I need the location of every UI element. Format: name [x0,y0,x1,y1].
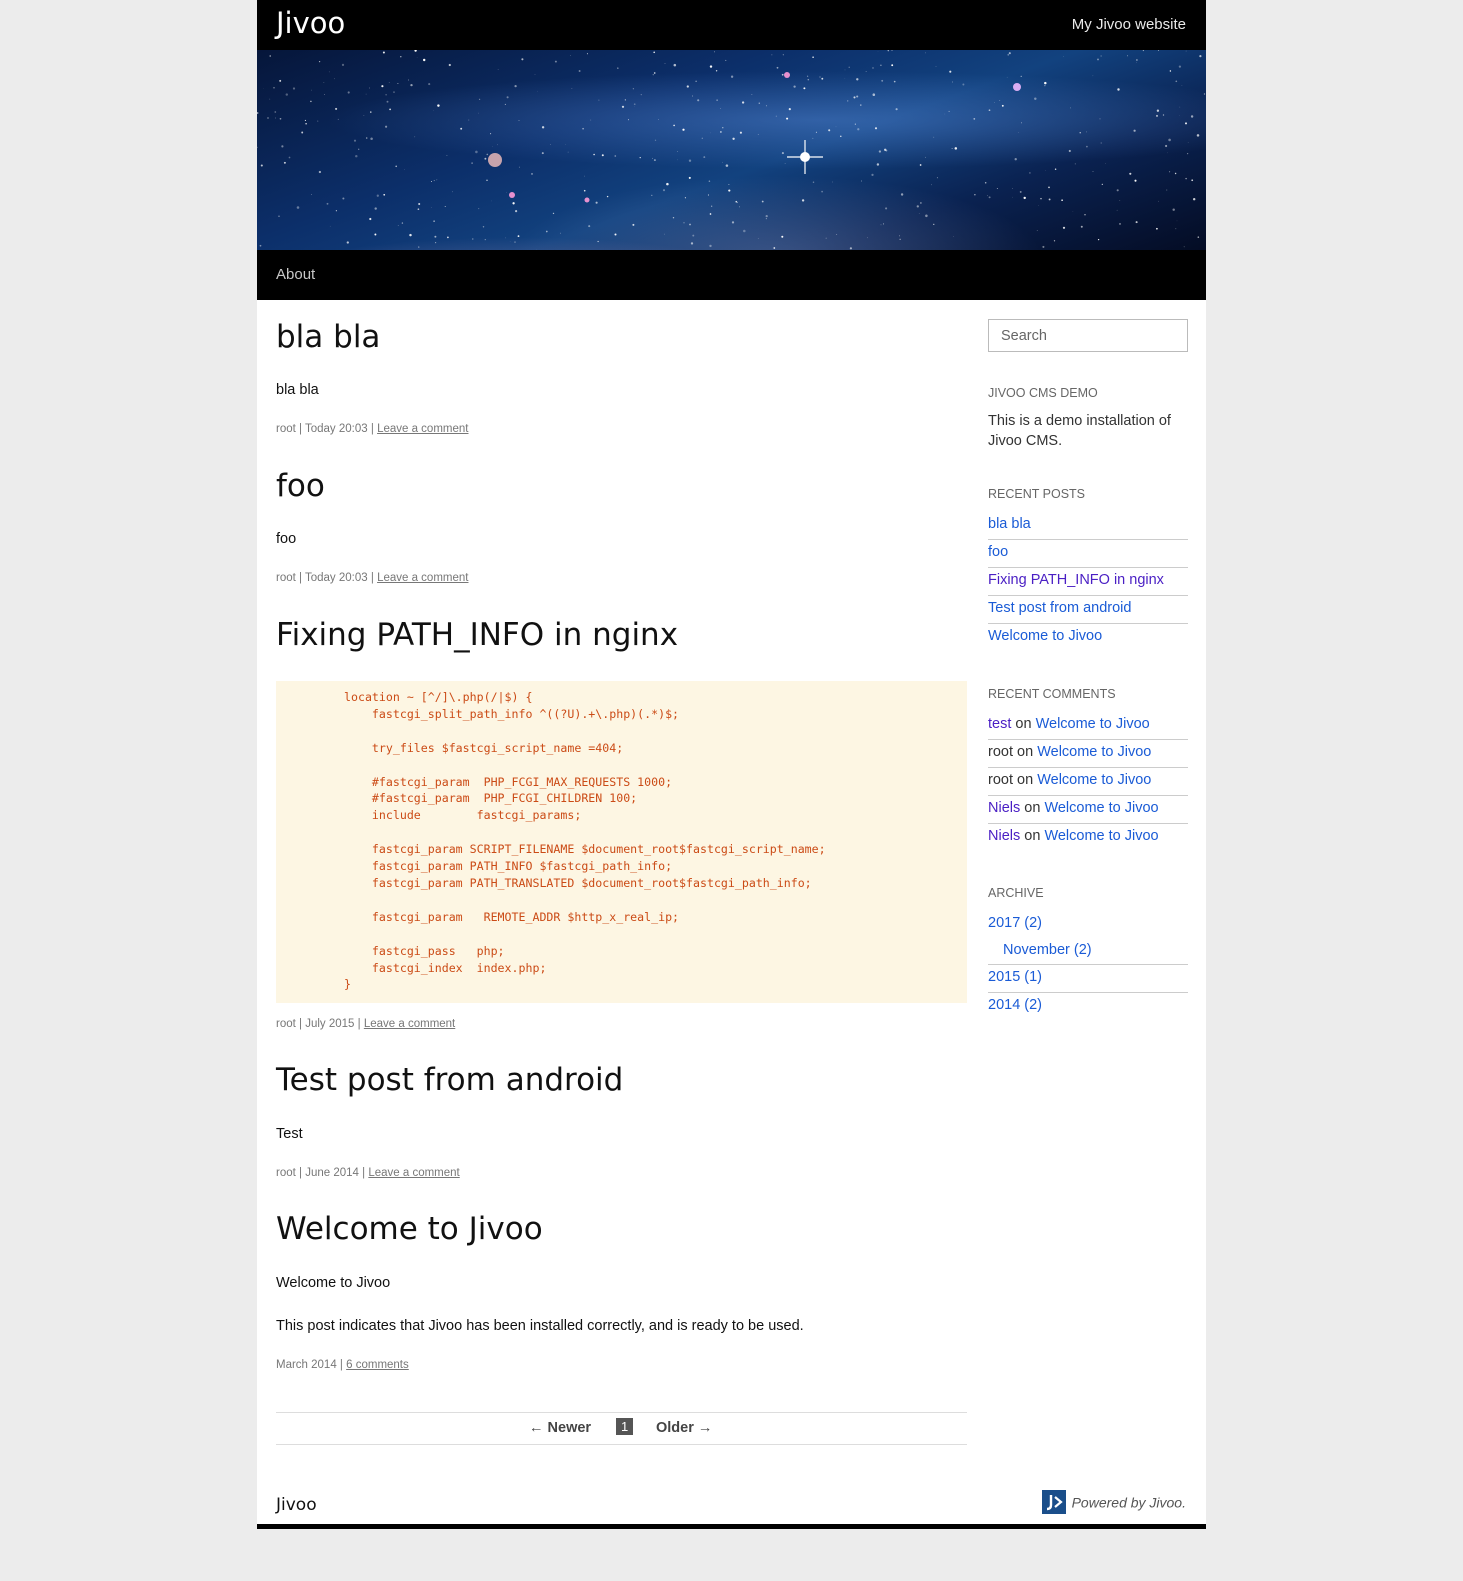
powered-by-text: Powered by Jivoo. [1071,1494,1186,1511]
recent-posts-list: bla bla foo Fixing PATH_INFO in nginx Te… [988,512,1188,652]
post-meta: root | July 2015 | Leave a comment [276,1018,456,1030]
comment-post-link[interactable]: Welcome to Jivoo [1036,716,1150,732]
post-body: bla bla [276,382,319,398]
list-item: 2017 (2) [988,911,1188,938]
comment-author-link[interactable]: Niels [988,800,1020,816]
post-body: This post indicates that Jivoo has been … [276,1318,804,1334]
recent-post-link[interactable]: Test post from android [988,600,1131,616]
post-title[interactable]: foo [276,468,325,504]
page: Jivoo My Jivoo website About bla bla bla… [257,0,1206,1529]
post-meta: root | Today 20:03 | Leave a comment [276,572,469,584]
list-item: November (2) [988,938,1188,965]
recent-comments-list: test on Welcome to Jivoo root on Welcome… [988,712,1188,852]
leave-comment-link[interactable]: Leave a comment [377,572,468,584]
post-author: root [276,1167,296,1179]
archive-list: 2017 (2) November (2) 2015 (1) 2014 (2) [988,911,1188,1021]
comment-author-link[interactable]: test [988,716,1011,732]
post-meta: root | Today 20:03 | Leave a comment [276,423,469,435]
comment-post-link[interactable]: Welcome to Jivoo [1037,772,1151,788]
recent-post-link[interactable]: foo [988,544,1008,560]
older-link[interactable]: Older → [656,1420,712,1436]
comment-post-link[interactable]: Welcome to Jivoo [1044,800,1158,816]
list-item: root on Welcome to Jivoo [988,768,1188,796]
post-author: root [276,423,296,435]
post-title[interactable]: bla bla [276,319,380,355]
leave-comment-link[interactable]: Leave a comment [377,423,468,435]
connector-text: on [1015,716,1032,732]
list-item: 2014 (2) [988,993,1188,1021]
comment-post-link[interactable]: Welcome to Jivoo [1037,744,1151,760]
demo-text: This is a demo installation of Jivoo CMS… [988,413,1171,449]
recent-post-link[interactable]: Fixing PATH_INFO in nginx [988,572,1164,588]
main-nav: About [257,250,1206,300]
post-meta: root | June 2014 | Leave a comment [276,1167,460,1179]
list-item: Welcome to Jivoo [988,624,1188,652]
connector-text: on [1024,800,1041,816]
post-title[interactable]: Welcome to Jivoo [276,1211,543,1247]
archive-year-link[interactable]: 2017 (2) [988,915,1042,931]
starfield-graphic [257,50,1206,250]
current-page: 1 [616,1418,634,1435]
site-subtitle: My Jivoo website [1071,16,1186,33]
post-title[interactable]: Fixing PATH_INFO in nginx [276,617,678,653]
list-item: Niels on Welcome to Jivoo [988,824,1188,852]
list-item: test on Welcome to Jivoo [988,712,1188,740]
comment-author: root [988,744,1013,760]
archive-year-link[interactable]: 2014 (2) [988,997,1042,1013]
connector-text: on [1024,828,1041,844]
list-item: 2015 (1) [988,965,1188,993]
post-body: Test [276,1126,303,1142]
post-date: July 2015 [305,1018,355,1030]
search-input[interactable] [988,319,1188,352]
connector-text: on [1017,744,1034,760]
widget-title-recent-comments: Recent comments [988,687,1116,701]
post-author: root [276,572,296,584]
site-title[interactable]: Jivoo [276,6,345,40]
connector-text: on [1017,772,1034,788]
comment-author-link[interactable]: Niels [988,828,1020,844]
post-title[interactable]: Test post from android [276,1062,623,1098]
recent-post-link[interactable]: Welcome to Jivoo [988,628,1102,644]
widget-title-archive: Archive [988,886,1044,900]
list-item: Test post from android [988,596,1188,624]
archive-month-link[interactable]: November (2) [1003,942,1092,958]
nav-item-about[interactable]: About [276,266,315,283]
code-content: location ~ [^/]\.php(/|$) { fastcgi_spli… [344,690,826,992]
code-block: location ~ [^/]\.php(/|$) { fastcgi_spli… [276,681,967,1003]
jivoo-logo-icon[interactable] [1041,1490,1066,1514]
footer-title: Jivoo [276,1495,317,1515]
powered-by: Powered by Jivoo. [1041,1490,1186,1516]
recent-post-link[interactable]: bla bla [988,516,1031,532]
post-author: root [276,1018,296,1030]
newer-link[interactable]: ← Newer [529,1420,591,1436]
comment-post-link[interactable]: Welcome to Jivoo [1044,828,1158,844]
list-item: root on Welcome to Jivoo [988,740,1188,768]
post-date: Today 20:03 [305,423,368,435]
post-date: June 2014 [305,1167,359,1179]
list-item: bla bla [988,512,1188,540]
leave-comment-link[interactable]: Leave a comment [364,1018,455,1030]
post-body: foo [276,531,297,547]
list-item: Fixing PATH_INFO in nginx [988,568,1188,596]
header-banner-image [257,50,1206,250]
post-body: Welcome to Jivoo [276,1275,391,1291]
header-bar: Jivoo My Jivoo website [257,0,1206,50]
archive-year-link[interactable]: 2015 (1) [988,969,1042,985]
comment-author: root [988,772,1013,788]
list-item: foo [988,540,1188,568]
post-meta: March 2014 | 6 comments [276,1359,409,1371]
comments-link[interactable]: 6 comments [346,1359,409,1371]
post-date: Today 20:03 [305,572,368,584]
pagination: ← Newer 1 Older → [276,1412,967,1445]
leave-comment-link[interactable]: Leave a comment [368,1167,459,1179]
list-item: Niels on Welcome to Jivoo [988,796,1188,824]
post-date: March 2014 [276,1359,337,1371]
widget-title-demo: Jivoo CMS demo [988,386,1098,400]
widget-title-recent-posts: Recent posts [988,487,1086,501]
